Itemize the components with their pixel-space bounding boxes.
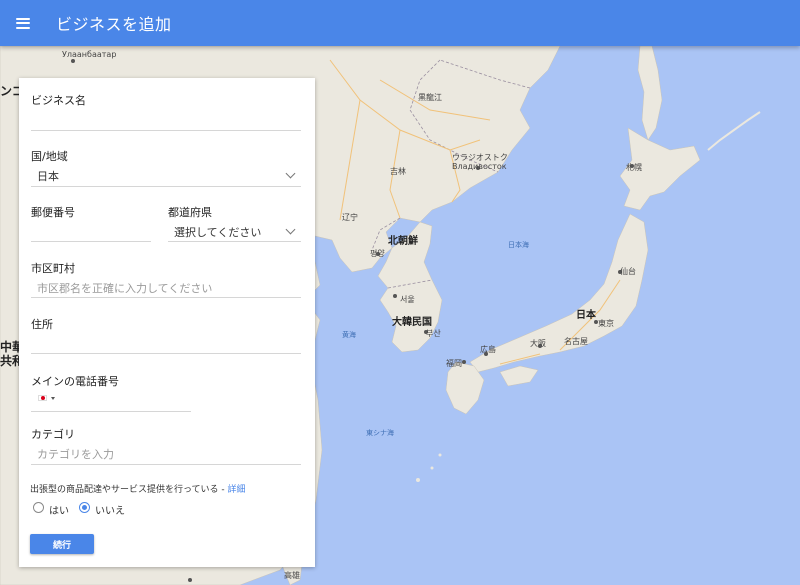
address-underline [31,353,301,354]
hamburger-menu-icon[interactable] [0,0,46,46]
map-label-heilongjiang: 黒龍江 [418,93,442,102]
caret-down-icon[interactable] [51,397,55,400]
continue-button[interactable]: 続行 [30,534,94,554]
chevron-down-icon [285,168,296,179]
app-header: ビジネスを追加 [0,0,800,46]
map-label-north-korea: 北朝鮮 [388,236,418,247]
japan-flag-icon[interactable] [38,395,47,401]
map-label-south-korea: 大韓民国 [392,317,432,328]
prefecture-select[interactable]: 選択してください [168,220,301,242]
map-label-osaka: 大阪 [530,339,546,348]
radio-yes[interactable] [33,502,44,513]
category-placeholder: カテゴリを入力 [37,448,114,461]
city-underline [31,297,301,298]
category-underline [31,464,301,465]
map-label-sea-of-japan: 日本海 [508,241,529,249]
map-label-pyongyang: 평양 [370,249,385,258]
map-label-sendai: 仙台 [620,267,636,276]
map-label-sapporo: 札幌 [626,163,642,172]
map-label-nagoya: 名古屋 [564,337,588,346]
category-input[interactable]: カテゴリを入力 [31,442,301,464]
map-label-liaoning: 辽宁 [342,213,358,222]
phone-input[interactable] [59,388,191,410]
map-label-vladivostok-ru: Владивосток [452,162,507,171]
country-value: 日本 [37,170,59,183]
map-label-japan: 日本 [576,310,596,321]
map-label-ulaanbaatar: Улаанбаатар [62,50,117,59]
category-label: カテゴリ [31,428,75,441]
page-title: ビジネスを追加 [56,15,172,34]
chevron-down-icon [285,224,296,235]
country-underline [31,186,301,187]
city-input[interactable]: 市区郡名を正確に入力してください [31,276,301,298]
map-label-busan: 부산 [426,329,441,338]
business-name-label: ビジネス名 [31,94,86,107]
details-link[interactable]: 詳細 [228,485,246,495]
postal-code-underline [31,241,151,242]
map-label-hiroshima: 広島 [480,345,496,354]
business-name-input[interactable] [31,108,301,130]
address-input[interactable] [31,332,301,354]
prefecture-underline [168,241,301,242]
map-label-yellow-sea: 黄海 [342,331,356,339]
map-label-jilin: 吉林 [390,167,406,176]
map-label-fukuoka: 福岡 [446,359,462,368]
radio-yes-label[interactable]: はい [49,502,69,517]
map-label-tokyo: 東京 [598,319,614,328]
add-business-form: ビジネス名 国/地域 日本 郵便番号 都道府県 選択してください 市区町村 市区… [19,78,315,567]
postal-code-label: 郵便番号 [31,206,75,219]
phone-label: メインの電話番号 [31,375,119,388]
prefecture-value: 選択してください [174,226,262,239]
address-label: 住所 [31,318,53,331]
radio-no-label[interactable]: いいえ [95,502,125,517]
map-label-kaohsiung: 高雄 [284,571,300,580]
business-name-underline [31,130,301,131]
city-placeholder: 市区郡名を正確に入力してください [37,282,213,295]
map-label-east-china-sea: 東シナ海 [366,429,394,437]
map-label-seoul: 서울 [400,295,415,304]
postal-code-input[interactable] [31,220,151,242]
country-select[interactable]: 日本 [31,164,301,186]
service-area-question: 出張型の商品配達やサービス提供を行っている - 詳細 [30,482,246,495]
city-label: 市区町村 [31,262,75,275]
country-label: 国/地域 [31,150,68,163]
prefecture-label: 都道府県 [168,206,212,219]
radio-no[interactable] [79,502,90,513]
phone-underline [31,411,191,412]
service-area-question-text: 出張型の商品配達やサービス提供を行っている - [30,485,228,495]
